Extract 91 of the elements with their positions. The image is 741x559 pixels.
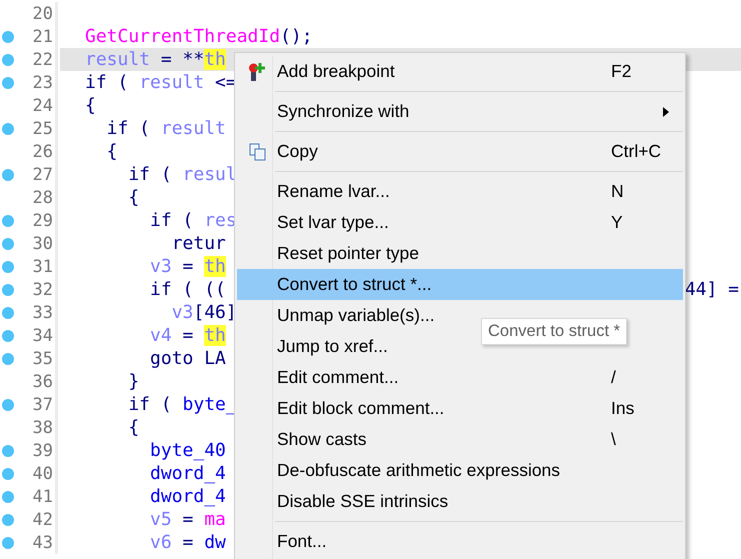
line-number: 27 [32,164,54,184]
breakpoint-dot[interactable] [2,444,14,456]
menu-item[interactable]: Reset pointer type [277,243,420,263]
breakpoint-dot[interactable] [2,330,14,342]
shortcut-text: / [611,367,616,387]
menu-item[interactable]: Disable SSE intrinsics [277,491,448,511]
code-line: v3[46] [170,301,237,324]
submenu-arrow-icon [663,106,669,116]
code-line: retur [170,232,226,255]
shortcut-text: \ [611,429,616,449]
code-line: { [106,140,118,163]
menu-item[interactable]: Set lvar type... [277,212,389,232]
breakpoint-dot[interactable] [2,54,14,66]
line-number: 26 [32,142,54,162]
menu-item[interactable]: Synchronize with [277,101,410,121]
menu-item[interactable]: De-obfuscate arithmetic expressions [277,460,560,480]
breakpoint-dot[interactable] [2,514,14,526]
code-line: { [85,94,96,117]
line-number: 33 [32,302,54,322]
menu-item[interactable]: Copy [277,141,318,161]
menu-item[interactable]: Font... [277,531,327,551]
code-line: dword_4 [149,485,226,508]
menu-item[interactable]: Add breakpoint [277,61,395,81]
line-number: 39 [32,440,54,460]
code-line: { [127,416,140,439]
menu-item[interactable]: Jump to xref... [277,336,388,356]
line-number: 38 [32,418,54,438]
breakpoint-dot[interactable] [2,260,14,272]
line-number: 41 [32,486,54,506]
menu-item[interactable]: Rename lvar... [277,181,390,201]
line-number: 40 [32,464,54,484]
breakpoint-dot[interactable] [2,490,14,502]
shortcut-text: N [611,181,624,201]
breakpoint-dot[interactable] [2,76,14,88]
line-number: 20 [32,4,54,24]
menu-item[interactable]: Edit comment... [277,367,399,387]
breakpoint-dot[interactable] [2,238,14,250]
code-line: dword_4 [149,462,226,485]
breakpoint-dot[interactable] [2,214,14,226]
shortcut-text: Y [611,212,623,232]
breakpoint-dot[interactable] [2,122,14,134]
shortcut-text: F2 [611,61,632,81]
code-line: if ( byte_ [127,393,237,416]
line-number: 23 [32,72,54,92]
code-line: 44] = [684,279,740,300]
line-number: 43 [32,532,54,552]
breakpoint-dot[interactable] [2,536,14,548]
line-number: 25 [32,118,54,138]
line-number: 35 [32,348,54,368]
menu-item[interactable]: Edit block comment... [277,398,444,418]
code-line: if ( (( [149,278,226,301]
code-line: if ( result [106,117,226,140]
code-line: v5 = ma [149,508,226,531]
code-line: { [127,186,140,209]
line-number: 24 [32,96,54,116]
line-number: 31 [32,256,54,276]
menu-item[interactable]: Show casts [277,429,366,449]
breakpoint-dot[interactable] [2,398,14,410]
line-number: 22 [32,50,54,70]
line-number: 37 [32,394,54,414]
line-number: 28 [32,188,54,208]
line-number: 36 [32,372,54,392]
breakpoint-dot[interactable] [2,168,14,180]
breakpoint-dot[interactable] [2,284,14,296]
code-line: v3 = th [149,255,226,278]
line-number: 30 [32,234,54,254]
copy-icon [248,142,266,160]
line-number: 34 [32,326,54,346]
code-line: goto LA [149,347,226,370]
code-line: v6 = dw [149,531,226,554]
code-line: } [127,370,140,393]
breakpoint-icon [248,62,266,82]
breakpoint-dot[interactable] [2,352,14,364]
code-line: if ( res [149,209,237,232]
code-line: byte_40 [149,439,226,462]
code-line: v4 = th [149,324,226,347]
breakpoint-dot[interactable] [2,30,14,42]
shortcut-text: Ctrl+C [611,141,662,161]
code-line: result = **th [85,48,226,71]
line-number: 21 [32,26,54,46]
line-number: 29 [32,210,54,230]
code-line: if ( resul [127,163,237,186]
line-number: 42 [32,510,54,530]
code-line: GetCurrentThreadId(); [85,25,313,48]
line-number: 32 [32,280,54,300]
shortcut-text: Ins [611,398,634,418]
breakpoint-dot[interactable] [2,306,14,318]
menu-item[interactable]: Convert to struct *... [237,269,683,300]
menu-item[interactable]: Unmap variable(s)... [277,305,435,325]
tooltip: Convert to struct * [481,318,628,345]
breakpoint-dot[interactable] [2,468,14,480]
